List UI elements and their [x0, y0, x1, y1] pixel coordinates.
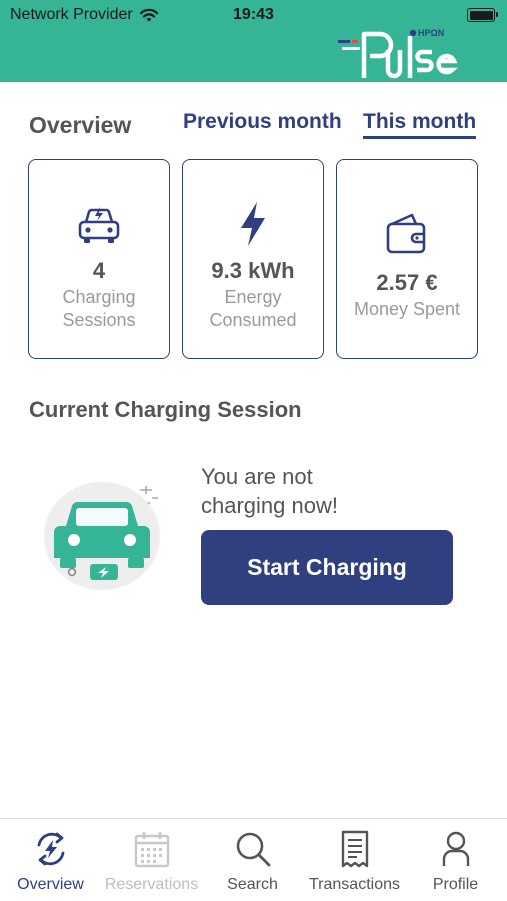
- current-session-title: Current Charging Session: [29, 397, 302, 422]
- battery-icon: [467, 8, 498, 22]
- tab-this-month[interactable]: This month: [363, 110, 477, 139]
- tab-transactions-label: Transactions: [309, 876, 400, 893]
- status-time: 19:43: [233, 6, 274, 23]
- stat-card-sessions: 4 Charging Sessions: [28, 159, 170, 359]
- not-charging-message: You are not charging now!: [201, 464, 338, 518]
- money-value: 2.57 €: [376, 270, 438, 295]
- sessions-label: Charging Sessions: [62, 287, 136, 330]
- tab-overview-label: Overview: [17, 876, 84, 893]
- overview-title: Overview: [29, 112, 132, 138]
- tab-previous-month[interactable]: Previous month: [183, 110, 342, 134]
- lightning-bolt-icon: [241, 202, 265, 246]
- energy-label: Energy Consumed: [209, 287, 297, 330]
- car-charging-illustration: [44, 482, 160, 590]
- tab-profile[interactable]: Profile: [405, 819, 506, 901]
- pulse-logo: ΗΡΩΝ: [338, 28, 458, 79]
- wallet-icon: [386, 213, 426, 254]
- stat-card-energy: 9.3 kWh Energy Consumed: [182, 159, 324, 359]
- brand-sub: ΗΡΩΝ: [418, 28, 444, 38]
- energy-value: 9.3 kWh: [211, 258, 295, 283]
- calendar-icon: [134, 832, 169, 868]
- search-icon: [236, 832, 270, 867]
- app-header: Network Provider 19:43 ΗΡΩΝ: [0, 0, 507, 82]
- tab-reservations[interactable]: Reservations: [101, 819, 202, 901]
- stat-card-money: 2.57 € Money Spent: [336, 159, 478, 359]
- car-charging-icon: [78, 207, 120, 243]
- money-label: Money Spent: [353, 299, 461, 319]
- bottom-tab-bar: Overview Reservations Search Transaction…: [0, 818, 507, 901]
- tab-transactions[interactable]: Transactions: [304, 819, 405, 901]
- start-charging-button[interactable]: Start Charging: [201, 530, 453, 605]
- tab-search[interactable]: Search: [202, 819, 303, 901]
- tab-overview[interactable]: Overview: [0, 819, 101, 901]
- profile-icon: [442, 831, 469, 866]
- tab-profile-label: Profile: [432, 876, 479, 893]
- receipt-icon: [341, 830, 368, 868]
- sessions-value: 4: [92, 258, 106, 283]
- overview-icon: [37, 832, 64, 866]
- tab-search-label: Search: [227, 876, 278, 893]
- tab-reservations-label: Reservations: [104, 876, 199, 893]
